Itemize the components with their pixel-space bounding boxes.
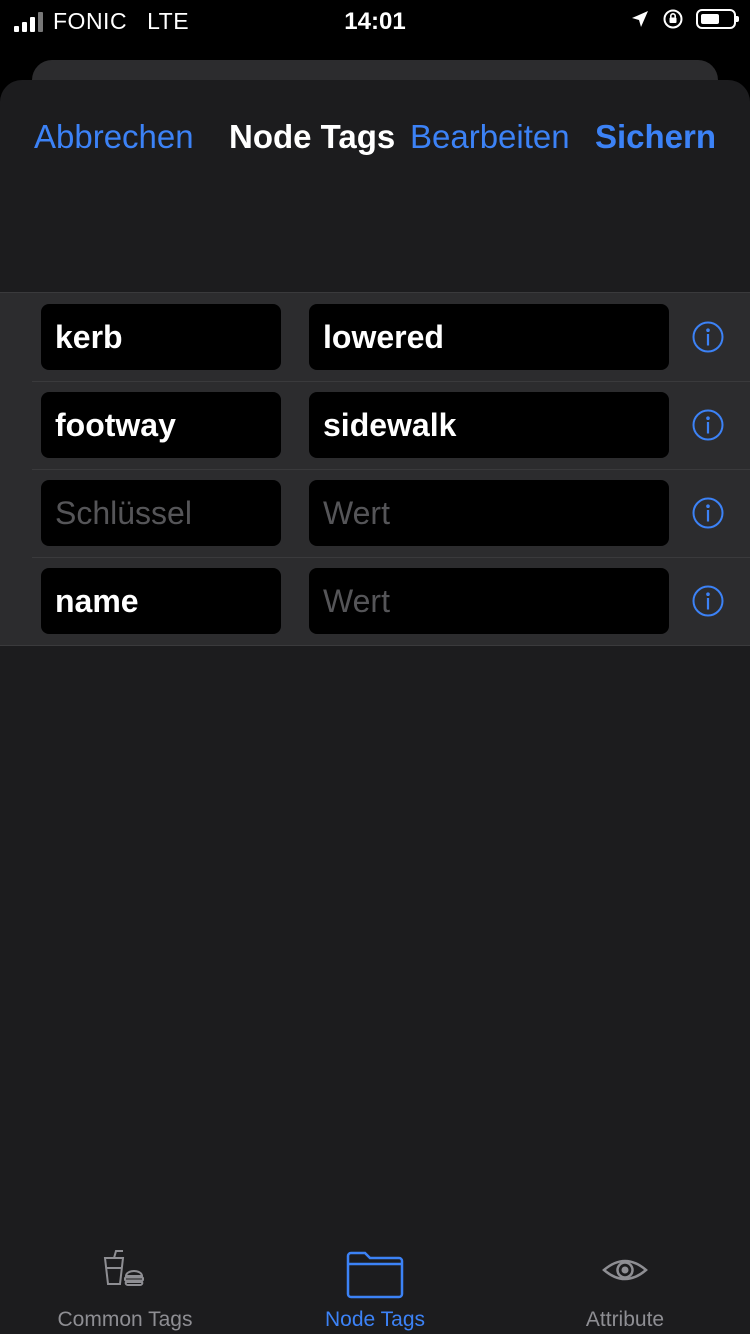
- tag-value-placeholder: Wert: [323, 494, 390, 531]
- tag-value-field[interactable]: sidewalk: [309, 392, 669, 458]
- tab-common-tags[interactable]: Common Tags: [0, 1234, 250, 1334]
- tag-key-field[interactable]: name: [41, 568, 281, 634]
- navigation-bar: Abbrechen Node Tags Bearbeiten Sichern: [0, 80, 750, 190]
- tag-row: Schlüssel Wert: [0, 469, 750, 557]
- eye-icon: [602, 1259, 648, 1281]
- tag-key-field[interactable]: Schlüssel: [41, 480, 281, 546]
- info-icon[interactable]: [692, 497, 724, 529]
- battery-icon: [696, 9, 739, 29]
- location-arrow-icon: [632, 11, 648, 27]
- tag-key-field[interactable]: kerb: [41, 304, 281, 370]
- tag-value-text: sidewalk: [323, 406, 457, 443]
- info-icon[interactable]: [692, 409, 724, 441]
- drink-burger-icon: [103, 1250, 144, 1286]
- tag-value-placeholder: Wert: [323, 582, 390, 619]
- tab-label: Common Tags: [57, 1308, 193, 1331]
- tag-value-text: lowered: [323, 318, 444, 355]
- folder-icon: [346, 1251, 404, 1299]
- save-button[interactable]: Sichern: [595, 118, 716, 156]
- tag-key-text: name: [55, 582, 139, 619]
- tab-attribute[interactable]: Attribute: [500, 1234, 750, 1334]
- page-title: Node Tags: [229, 118, 396, 155]
- tag-row: name Wert: [0, 557, 750, 645]
- tag-row: kerb lowered: [0, 293, 750, 381]
- status-bar: FONIC LTE 14:01: [0, 0, 750, 42]
- orientation-lock-icon: [663, 9, 683, 29]
- node-tags-sheet: Abbrechen Node Tags Bearbeiten Sichern k…: [0, 80, 750, 1334]
- tag-value-field[interactable]: Wert: [309, 568, 669, 634]
- tag-key-placeholder: Schlüssel: [55, 494, 192, 531]
- tab-bar: Common Tags Node Tags Attribute: [0, 1234, 750, 1334]
- tag-list: kerb lowered footway sidewalk Schlüssel …: [0, 292, 750, 646]
- tab-label: Attribute: [585, 1308, 665, 1331]
- cancel-button[interactable]: Abbrechen: [34, 118, 194, 156]
- edit-button[interactable]: Bearbeiten: [410, 118, 570, 156]
- tab-label: Node Tags: [324, 1308, 426, 1331]
- info-icon[interactable]: [692, 585, 724, 617]
- tag-key-field[interactable]: footway: [41, 392, 281, 458]
- info-icon[interactable]: [692, 321, 724, 353]
- tag-key-text: kerb: [55, 318, 123, 355]
- tag-value-field[interactable]: Wert: [309, 480, 669, 546]
- tab-node-tags[interactable]: Node Tags: [250, 1234, 500, 1334]
- tag-value-field[interactable]: lowered: [309, 304, 669, 370]
- tag-key-text: footway: [55, 406, 176, 443]
- tag-row: footway sidewalk: [0, 381, 750, 469]
